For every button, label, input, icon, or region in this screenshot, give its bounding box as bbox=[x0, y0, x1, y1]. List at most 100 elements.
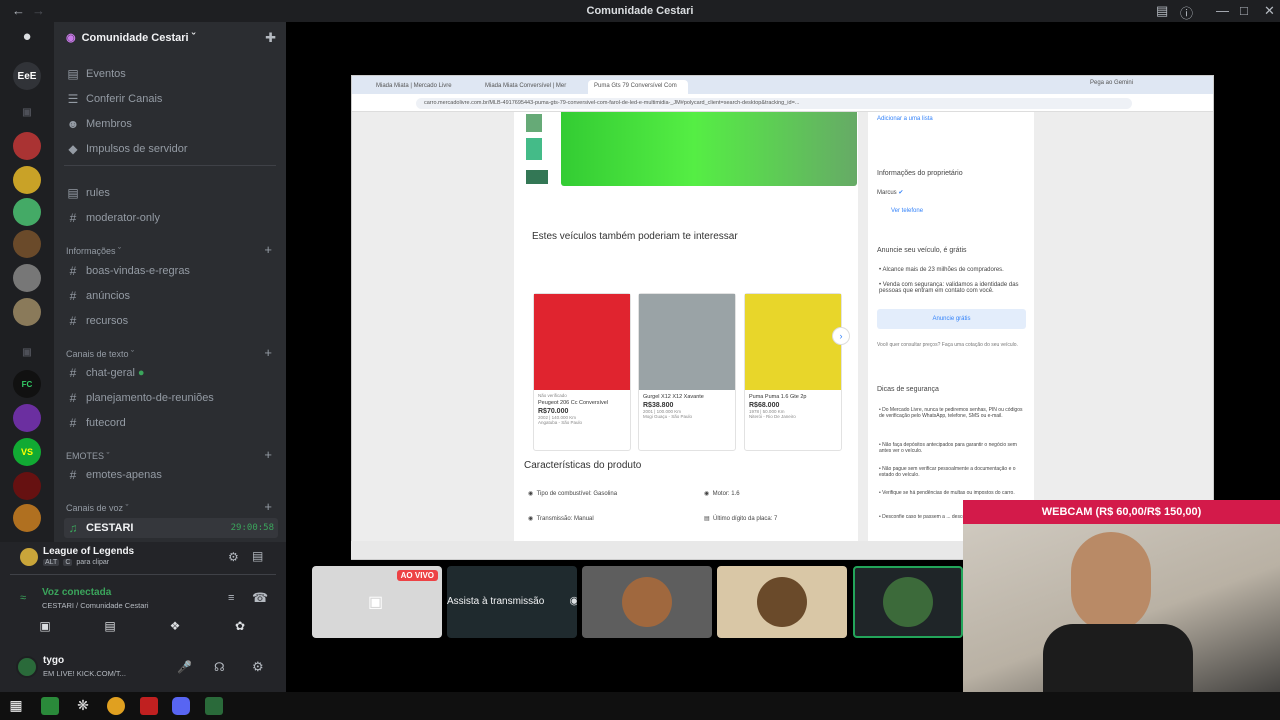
user-status[interactable]: EM LIVE! KICK.COM/T... bbox=[43, 669, 126, 678]
participant-tile-2[interactable] bbox=[717, 566, 847, 638]
channel-rules[interactable]: ▤ rules bbox=[64, 183, 278, 203]
server-icon-4[interactable] bbox=[13, 230, 41, 258]
channel-moderator-only[interactable]: # moderator-only bbox=[64, 208, 278, 228]
server-icon-5[interactable] bbox=[13, 264, 41, 292]
help-icon[interactable]: ⓘ bbox=[1180, 3, 1193, 22]
server-icon-9[interactable] bbox=[13, 504, 41, 532]
soundboard-button[interactable]: ✿ bbox=[217, 618, 263, 634]
server-icon-vs[interactable]: VS bbox=[13, 438, 41, 466]
nav-members[interactable]: ☻ Membros bbox=[64, 114, 278, 134]
channels-icon: ☰ bbox=[67, 92, 79, 106]
inbox-icon[interactable]: ▤ bbox=[1156, 3, 1168, 19]
nav-browse-channels[interactable]: ☰ Conferir Canais bbox=[64, 89, 278, 109]
bullet-text: Alcance mais de 23 milhões de compradore… bbox=[882, 267, 1004, 273]
noise-suppression-icon[interactable]: ≡ bbox=[228, 592, 234, 604]
car-photo[interactable] bbox=[561, 112, 857, 186]
card-location: Niterói - Rio De Janeiro bbox=[749, 414, 796, 419]
minimize-icon[interactable]: — bbox=[1216, 3, 1229, 18]
voice-channel-cestari[interactable]: ♫ CESTARI 29:00:58 bbox=[64, 518, 278, 538]
voice-location[interactable]: CESTARI / Comunidade Cestari bbox=[42, 601, 149, 610]
address-bar[interactable]: carro.mercadolivre.com.br/MLB-4917695443… bbox=[416, 98, 1132, 109]
taskbar-app-4-icon[interactable] bbox=[140, 697, 158, 715]
channel-label: anúncios bbox=[86, 290, 131, 302]
vehicle-card-3[interactable]: Puma Puma 1.6 Gte 2p R$68.000 1978 | 50.… bbox=[744, 293, 842, 451]
chrome-icon[interactable] bbox=[107, 697, 125, 715]
close-icon[interactable]: ✕ bbox=[1264, 3, 1275, 19]
channel-emotes-apenas[interactable]: # emotes-apenas bbox=[64, 465, 278, 485]
maximize-icon[interactable]: □ bbox=[1240, 3, 1248, 18]
server-icon-fc[interactable]: FC bbox=[13, 370, 41, 398]
see-phone-link[interactable]: Ver telefone bbox=[891, 208, 923, 214]
add-to-list-link[interactable]: Adicionar a uma lista bbox=[877, 116, 933, 122]
sell-free-button[interactable]: Anuncie grátis bbox=[877, 309, 1026, 329]
user-panel: League of Legends ALT C para clipar ⚙ ▤ … bbox=[0, 542, 286, 692]
vehicle-image bbox=[534, 294, 630, 390]
microphone-icon[interactable]: 🎤 bbox=[177, 660, 192, 674]
bullet-text: Venda com segurança: validamos a identid… bbox=[879, 282, 1019, 294]
nav-events[interactable]: ▤ Eventos bbox=[64, 64, 278, 84]
card-title: Gurgel X12 X12 Xavante bbox=[643, 394, 704, 400]
vehicle-card-1[interactable]: Não verificado Peugeot 206 Cc Conversíve… bbox=[533, 293, 631, 451]
folder-icon[interactable]: ▣ bbox=[13, 98, 41, 126]
category-canais-de-texto[interactable]: Canais de texto ˇ bbox=[66, 349, 134, 359]
camera-off-button[interactable]: ▣ bbox=[22, 618, 68, 634]
feature-label: Transmissão: Manual bbox=[536, 516, 594, 522]
channel-anuncios[interactable]: # anúncios bbox=[64, 286, 278, 306]
channel-futecord[interactable]: # futecord bbox=[64, 413, 278, 433]
add-channel-icon[interactable]: + bbox=[264, 242, 272, 257]
tip-text: Verifique se há pendências de multas ou … bbox=[882, 490, 1015, 496]
server-icon-8[interactable] bbox=[13, 472, 41, 500]
server-icon-2[interactable] bbox=[13, 166, 41, 194]
server-icon-6[interactable] bbox=[13, 298, 41, 326]
channel-boas-vindas[interactable]: # boas-vindas-e-regras bbox=[64, 261, 278, 281]
share-screen-button[interactable]: ▤ bbox=[87, 618, 133, 634]
discord-taskbar-icon[interactable] bbox=[172, 697, 190, 715]
participant-tile-1[interactable] bbox=[582, 566, 712, 638]
folder-icon-2[interactable]: ▣ bbox=[13, 338, 41, 366]
add-channel-icon[interactable]: + bbox=[264, 447, 272, 462]
taskbar-app-2-icon[interactable]: ❋ bbox=[74, 697, 92, 715]
add-channel-icon[interactable]: + bbox=[264, 345, 272, 360]
taskbar-app-1-icon[interactable] bbox=[41, 697, 59, 715]
participant-tile-3[interactable] bbox=[853, 566, 963, 638]
gallery-thumb-3[interactable] bbox=[526, 170, 548, 184]
voice-status[interactable]: Voz conectada bbox=[42, 587, 111, 598]
activity-screen-icon[interactable]: ▤ bbox=[252, 549, 263, 563]
taskbar-app-6-icon[interactable] bbox=[205, 697, 223, 715]
quote-link[interactable]: Você quer consultar preços? Faça uma cot… bbox=[877, 342, 1027, 348]
channel-chat-geral[interactable]: # chat-geral ● bbox=[64, 363, 278, 383]
members-icon: ☻ bbox=[66, 117, 80, 131]
channel-planejamento[interactable]: # planejamento-de-reuniões bbox=[64, 388, 278, 408]
gallery-thumb-1[interactable] bbox=[526, 114, 542, 132]
server-icon-7[interactable] bbox=[13, 404, 41, 432]
key-alt: ALT bbox=[43, 559, 60, 566]
user-settings-icon[interactable]: ⚙ bbox=[252, 659, 264, 675]
headphones-icon[interactable]: ☊ bbox=[214, 660, 225, 674]
server-icon-eee[interactable]: EeE bbox=[13, 62, 41, 90]
discord-home-icon[interactable]: ● bbox=[13, 22, 41, 50]
shared-browser-window[interactable]: Miada Miata | Mercado Livre Miada Miata … bbox=[351, 75, 1214, 560]
category-emotes[interactable]: EMOTES ˇ bbox=[66, 451, 110, 461]
windows-start-icon[interactable]: ▦ bbox=[7, 697, 25, 715]
username[interactable]: tygo bbox=[43, 655, 64, 666]
nav-server-boosts[interactable]: ◆ Impulsos de servidor bbox=[64, 139, 278, 159]
server-header[interactable]: ◉ Comunidade Cestari ˇ bbox=[66, 31, 195, 45]
avatar bbox=[622, 577, 672, 627]
disconnect-icon[interactable]: ☎ bbox=[252, 590, 268, 606]
invite-people-icon[interactable]: ✚ bbox=[265, 30, 276, 46]
chevron-right-icon[interactable]: › bbox=[832, 327, 850, 345]
avatar[interactable] bbox=[16, 656, 38, 678]
stream-thumb-watch[interactable]: Assista à transmissão ◉ bbox=[447, 566, 577, 638]
gallery-thumb-2[interactable] bbox=[526, 138, 542, 160]
category-canais-de-voz[interactable]: Canais de voz ˇ bbox=[66, 503, 129, 513]
gemini-button[interactable]: Pega ao Gemini bbox=[1090, 80, 1133, 86]
activities-button[interactable]: ❖ bbox=[152, 618, 198, 634]
add-channel-icon[interactable]: + bbox=[264, 499, 272, 514]
clip-settings-icon[interactable]: ⚙ bbox=[228, 550, 239, 564]
channel-recursos[interactable]: # recursos bbox=[64, 311, 278, 331]
vehicle-card-2[interactable]: Gurgel X12 X12 Xavante R$38.800 2001 | 1… bbox=[638, 293, 736, 451]
server-icon-1[interactable] bbox=[13, 132, 41, 160]
category-informacoes[interactable]: Informações ˇ bbox=[66, 246, 121, 256]
server-icon-3[interactable] bbox=[13, 198, 41, 226]
stream-thumb-live[interactable]: AO VIVO ▣ bbox=[312, 566, 442, 638]
